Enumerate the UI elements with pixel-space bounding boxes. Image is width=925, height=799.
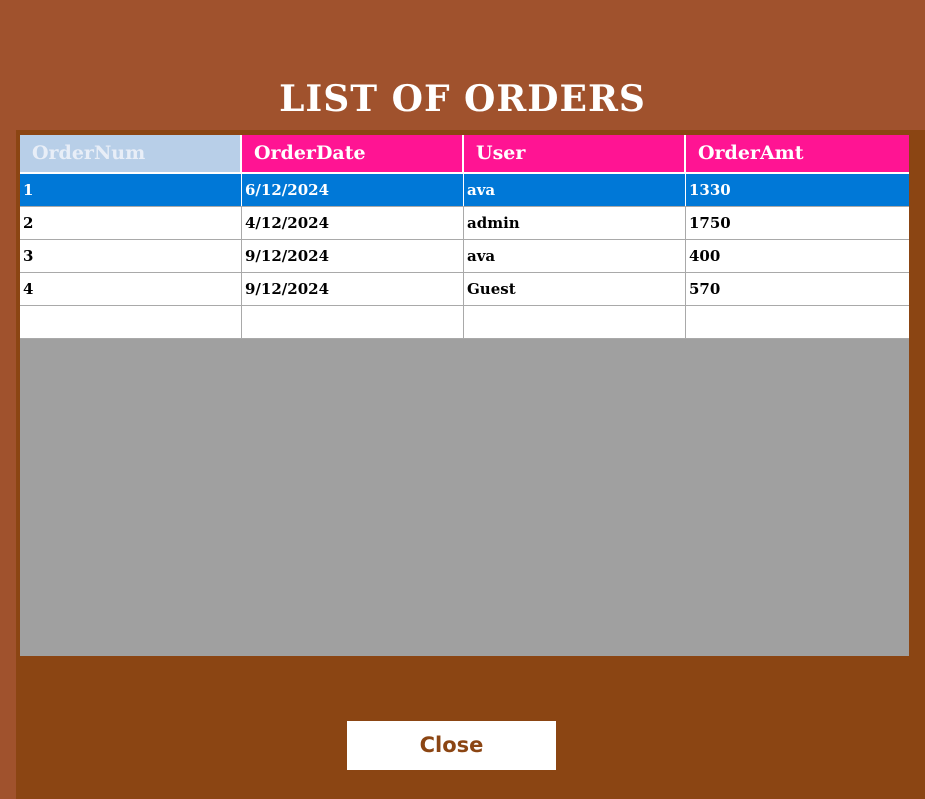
table-row-new[interactable] [20, 306, 909, 339]
column-header-ordernum[interactable]: OrderNum [20, 135, 242, 172]
cell-ordernum[interactable]: 2 [20, 207, 242, 239]
cell-orderdate[interactable]: 9/12/2024 [242, 273, 464, 305]
cell-user[interactable]: admin [464, 207, 686, 239]
cell-ordernum[interactable]: 3 [20, 240, 242, 272]
grid-header: OrderNum OrderDate User OrderAmt [20, 135, 909, 174]
cell-orderamt[interactable]: 400 [686, 240, 909, 272]
page-title: LIST OF ORDERS [279, 78, 646, 120]
close-button[interactable]: Close [347, 721, 556, 770]
cell-user[interactable]: Guest [464, 273, 686, 305]
cell-orderdate[interactable]: 6/12/2024 [242, 174, 464, 206]
orders-grid[interactable]: OrderNum OrderDate User OrderAmt 1 6/12/… [20, 135, 909, 656]
cell-user[interactable] [464, 306, 686, 338]
column-header-user[interactable]: User [464, 135, 686, 172]
cell-ordernum[interactable]: 4 [20, 273, 242, 305]
cell-orderamt[interactable]: 1750 [686, 207, 909, 239]
cell-orderdate[interactable]: 4/12/2024 [242, 207, 464, 239]
table-row[interactable]: 3 9/12/2024 ava 400 [20, 240, 909, 273]
cell-user[interactable]: ava [464, 174, 686, 206]
column-header-orderamt[interactable]: OrderAmt [686, 135, 909, 172]
cell-orderamt[interactable] [686, 306, 909, 338]
table-row[interactable]: 2 4/12/2024 admin 1750 [20, 207, 909, 240]
cell-orderdate[interactable]: 9/12/2024 [242, 240, 464, 272]
column-header-orderdate[interactable]: OrderDate [242, 135, 464, 172]
cell-orderdate[interactable] [242, 306, 464, 338]
cell-orderamt[interactable]: 570 [686, 273, 909, 305]
table-row[interactable]: 1 6/12/2024 ava 1330 [20, 174, 909, 207]
cell-ordernum[interactable] [20, 306, 242, 338]
cell-orderamt[interactable]: 1330 [686, 174, 909, 206]
cell-ordernum[interactable]: 1 [20, 174, 242, 206]
table-row[interactable]: 4 9/12/2024 Guest 570 [20, 273, 909, 306]
cell-user[interactable]: ava [464, 240, 686, 272]
left-strip [0, 130, 16, 799]
